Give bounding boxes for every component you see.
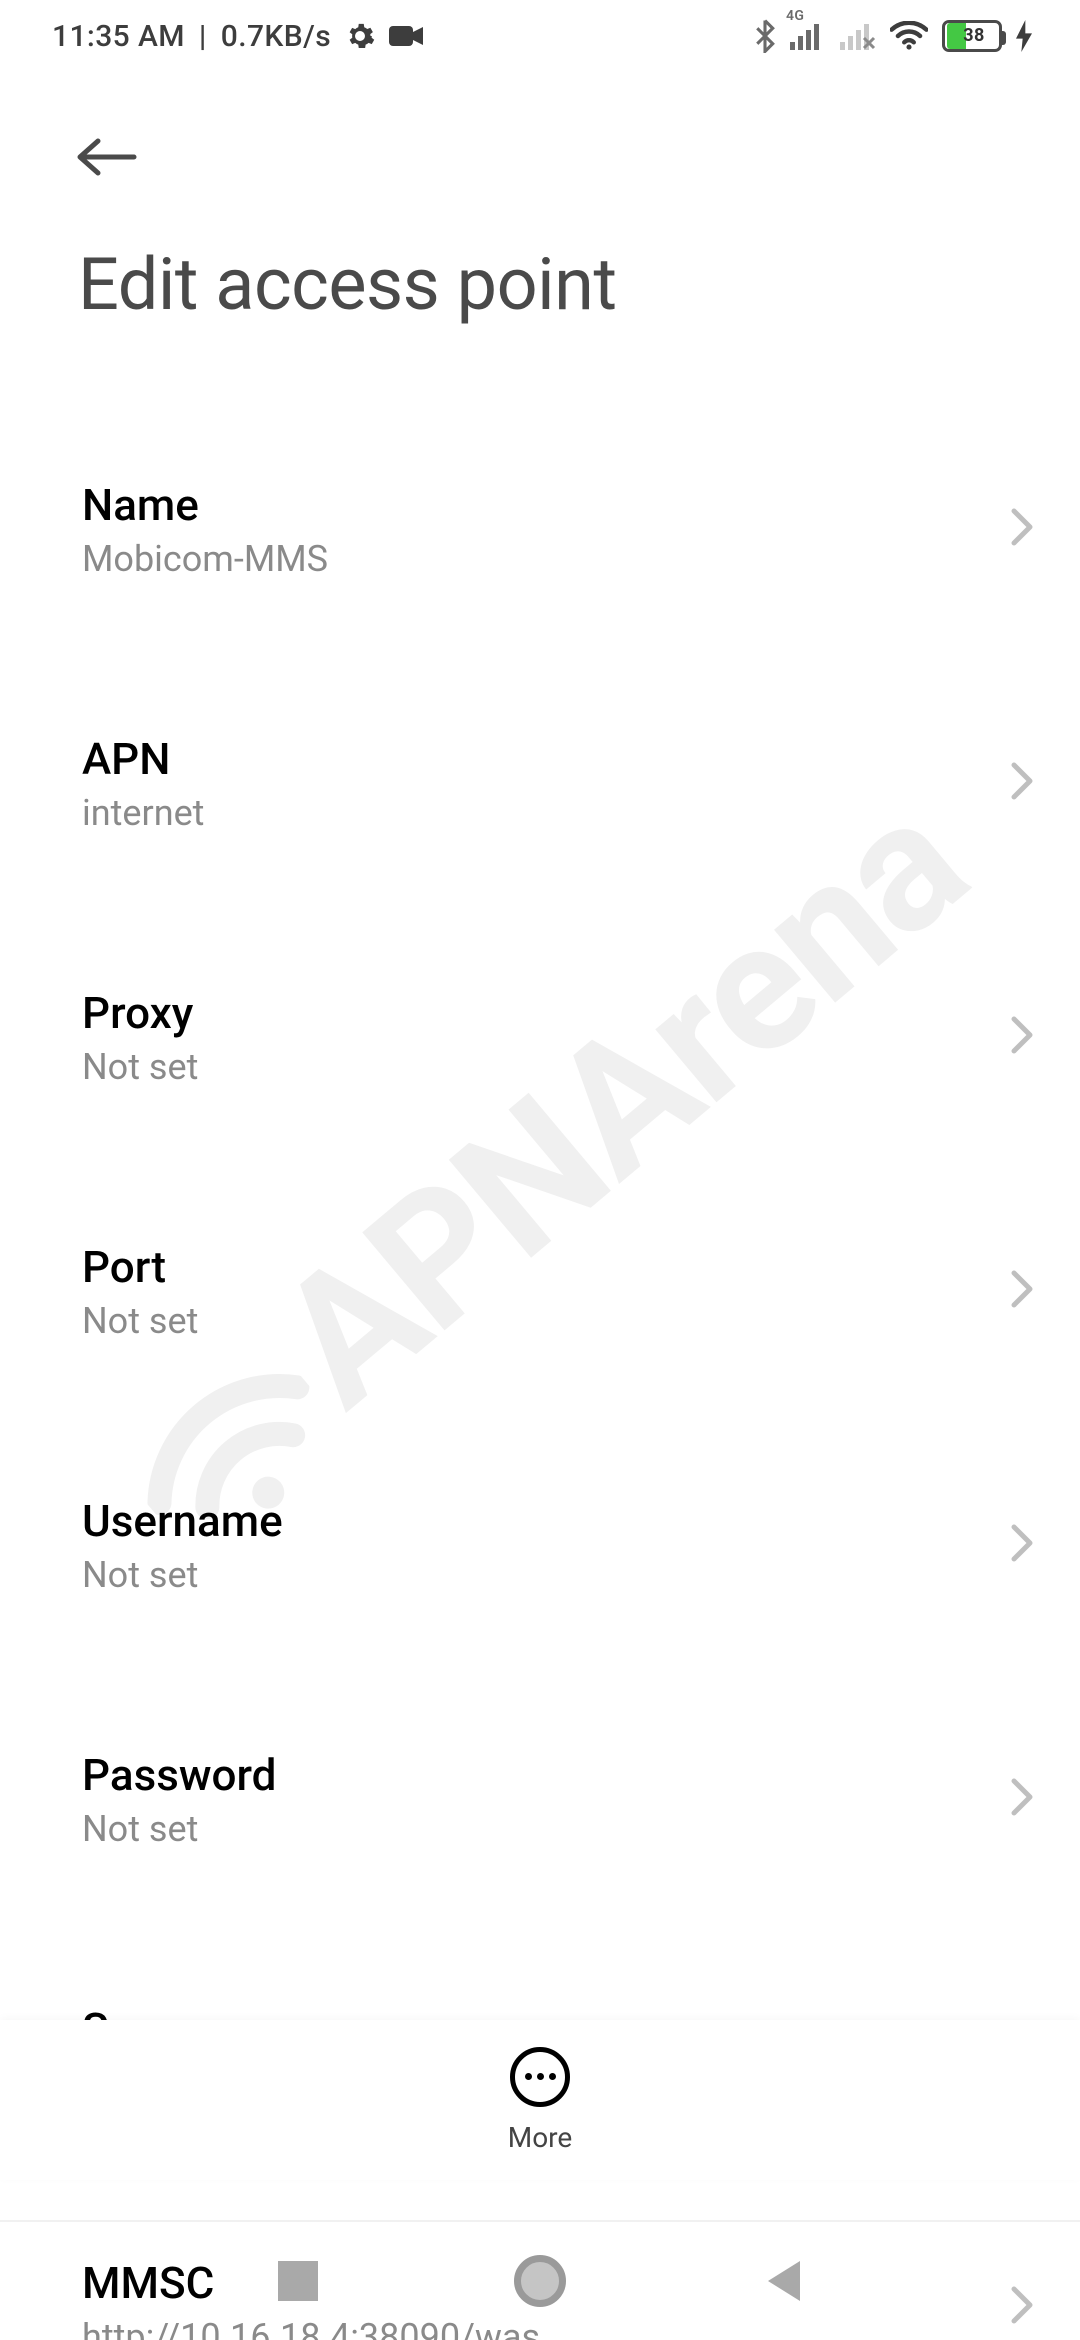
status-data-rate: 0.7KB/s (221, 19, 331, 54)
more-label: More (508, 2121, 573, 2154)
nav-recent-button[interactable] (278, 2261, 318, 2301)
status-bar: 11:35 AM | 0.7KB/s 4G 38 (0, 0, 1080, 72)
bluetooth-icon (754, 19, 776, 53)
chevron-right-icon (1010, 1015, 1034, 1059)
signal-4g-icon: 4G (790, 22, 826, 50)
status-time: 11:35 AM (52, 19, 185, 54)
chevron-right-icon (1010, 1777, 1034, 1821)
nav-home-button[interactable] (514, 2255, 566, 2307)
apn-row-username[interactable]: UsernameNot set (0, 1453, 1080, 1707)
chevron-right-icon (1010, 761, 1034, 805)
row-label: Password (82, 1749, 990, 1801)
row-value: Not set (82, 1547, 990, 1597)
more-button[interactable]: More (0, 2020, 1080, 2180)
row-value: Not set (82, 1293, 990, 1343)
page-title: Edit access point (0, 182, 1080, 327)
chevron-right-icon (1010, 507, 1034, 551)
system-nav-bar (0, 2220, 1080, 2340)
network-label: 4G (786, 8, 804, 24)
apn-row-proxy[interactable]: ProxyNot set (0, 945, 1080, 1199)
row-label: Name (82, 479, 990, 531)
apn-row-port[interactable]: PortNot set (0, 1199, 1080, 1453)
row-value: Mobicom-MMS (82, 531, 990, 581)
chevron-right-icon (1010, 1269, 1034, 1313)
apn-row-password[interactable]: PasswordNot set (0, 1707, 1080, 1961)
signal-no-sim-icon (840, 22, 876, 50)
chevron-right-icon (1010, 1523, 1034, 1567)
battery-percent: 38 (947, 23, 1001, 49)
charging-icon (1016, 20, 1032, 52)
row-label: Port (82, 1241, 990, 1293)
wifi-status-icon (890, 21, 928, 51)
row-label: Username (82, 1495, 990, 1547)
row-label: Proxy (82, 987, 990, 1039)
arrow-left-icon (72, 137, 142, 177)
nav-back-button[interactable] (762, 2259, 802, 2303)
row-value: internet (82, 785, 990, 835)
video-camera-icon (389, 24, 423, 48)
gear-icon (345, 21, 375, 51)
more-icon (510, 2047, 570, 2107)
row-label: APN (82, 733, 990, 785)
battery-icon: 38 (942, 20, 1002, 52)
row-value: Not set (82, 1039, 990, 1089)
row-value: Not set (82, 1801, 990, 1851)
apn-row-name[interactable]: NameMobicom-MMS (0, 437, 1080, 691)
back-button[interactable] (72, 132, 142, 182)
status-separator: | (199, 19, 207, 54)
apn-row-apn[interactable]: APNinternet (0, 691, 1080, 945)
